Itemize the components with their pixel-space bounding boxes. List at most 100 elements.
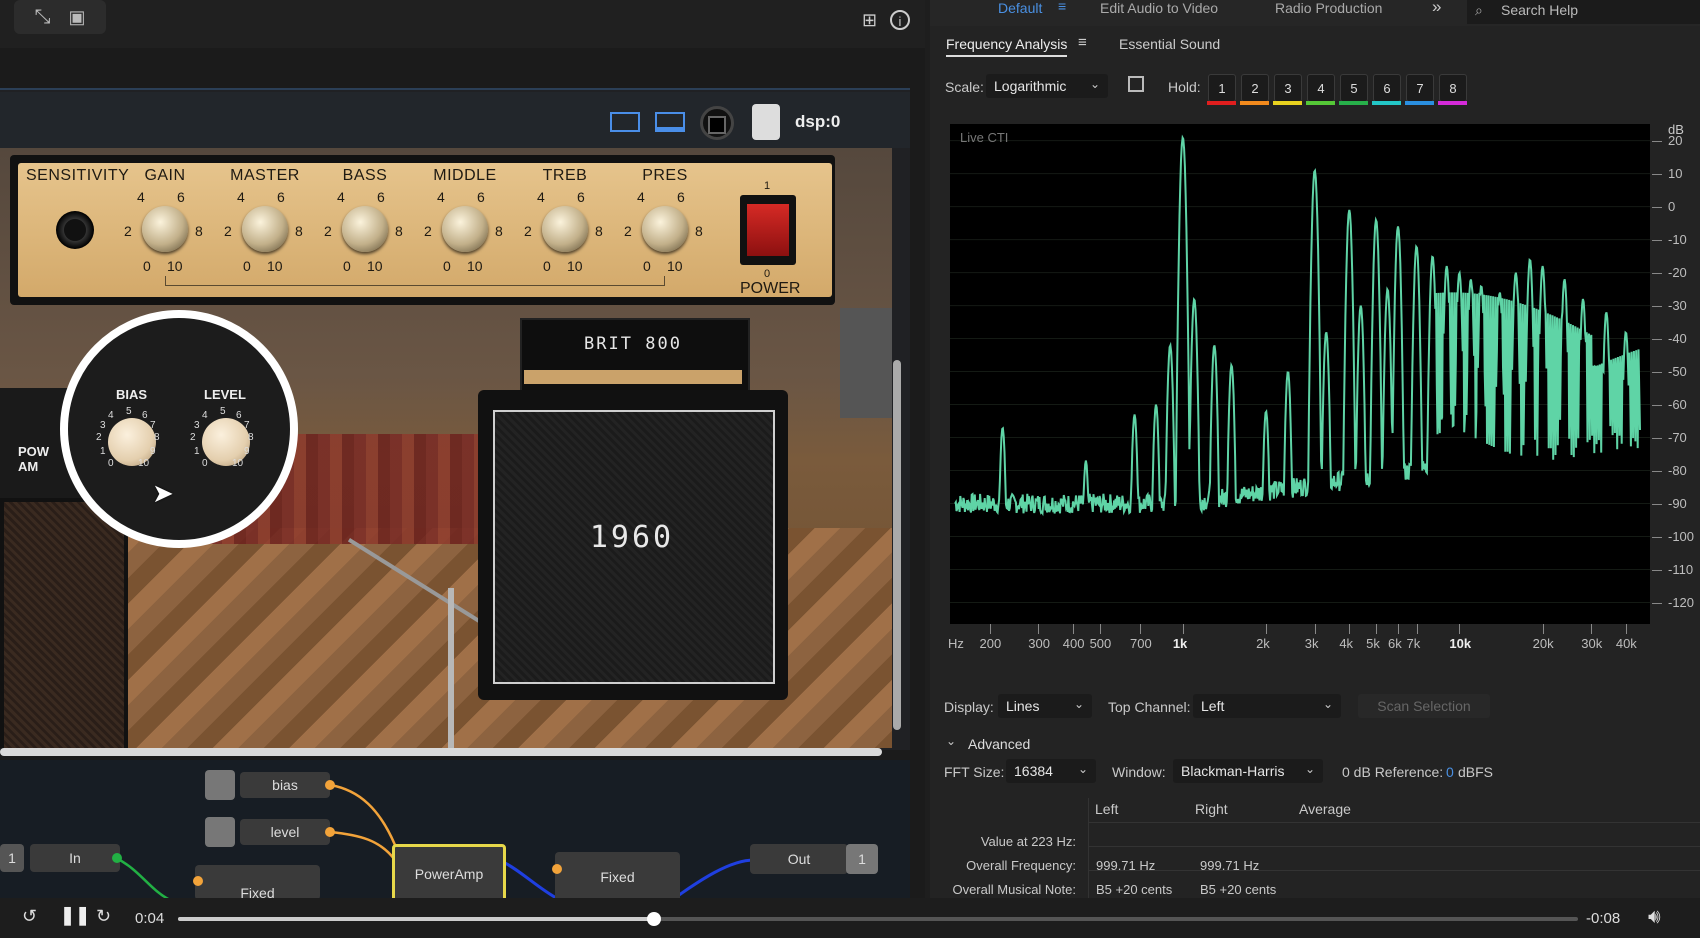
bias-node[interactable]: bias [240,772,330,798]
live-cti-label: Live CTI [960,130,1009,145]
pres-knob[interactable] [642,206,688,252]
hold-color-2 [1240,101,1269,105]
wall-rack [840,308,892,418]
power-switch-rocker[interactable] [747,204,789,256]
treb-knob[interactable] [542,206,588,252]
fixed2-input-pin[interactable] [552,864,562,874]
hold-button-3[interactable]: 3 [1274,74,1302,102]
fixed-node-1[interactable]: Fixed [195,865,320,901]
workspace-radio[interactable]: Radio Production [1275,0,1382,16]
more-workspaces-icon[interactable]: » [1432,0,1441,17]
level-node[interactable]: level [240,819,330,845]
col-right-header: Right [1195,801,1228,817]
bias-scale-number: 2 [96,432,102,443]
power-amp-node[interactable]: PowerAmp [392,844,506,904]
advanced-label[interactable]: Advanced [968,736,1030,752]
fft-size-dropdown[interactable]: 16384 ⌄ [1006,759,1096,783]
bias-scale-number: 0 [108,458,114,469]
seek-bar[interactable] [178,912,1578,926]
col-left-header: Left [1095,801,1119,817]
hold-button-8[interactable]: 8 [1439,74,1467,102]
hold-color-4 [1306,101,1335,105]
search-help-field[interactable]: ⌕ Search Help [1467,0,1700,24]
level-output-pin[interactable] [325,827,335,837]
knob-scale-number: 2 [224,223,232,239]
panel-menu-icon[interactable]: ≡ [1078,34,1087,51]
knob-scale-number: 0 [143,258,151,274]
knob-scale-number: 2 [324,223,332,239]
hold-button-7[interactable]: 7 [1406,74,1434,102]
x-tick-label: 30k [1581,636,1603,651]
db-reference-value[interactable]: 0 [1446,764,1454,780]
rewind-15-icon[interactable]: ↺ [22,906,37,927]
workspace-edit-audio[interactable]: Edit Audio to Video [1100,0,1218,16]
amp-head-icon[interactable] [752,104,780,140]
chevron-down-icon[interactable]: ⌄ [946,734,956,748]
vertical-scrollbar[interactable] [893,360,901,730]
x-tick-mark [1038,624,1040,634]
knob-group-bracket [165,276,665,286]
workspace-bar: Default ≡ Edit Audio to Video Radio Prod… [930,0,1700,26]
master-knob[interactable] [242,206,288,252]
hold-button-1[interactable]: 1 [1208,74,1236,102]
workspace-default[interactable]: Default [998,0,1042,16]
horizontal-scrollbar[interactable] [0,748,882,756]
layout-icon[interactable]: ⊞ [862,10,877,31]
hold-button-4[interactable]: 4 [1307,74,1335,102]
fixed1-input-pin[interactable] [193,876,203,886]
x-tick-label: 20k [1532,636,1554,651]
bass-knob[interactable] [342,206,388,252]
fixed-node-2[interactable]: Fixed [555,852,680,902]
window-dropdown[interactable]: Blackman-Harris ⌄ [1173,759,1323,783]
bias-output-pin[interactable] [325,780,335,790]
middle-knob[interactable] [442,206,488,252]
left-top-bar: ⤡ ▣ ⊞ i [0,0,925,48]
info-icon[interactable]: i [890,10,910,30]
knob-scale-number: 8 [495,223,503,239]
hold-button-5[interactable]: 5 [1340,74,1368,102]
x-tick-label: 700 [1130,636,1152,651]
workspace-menu-icon[interactable]: ≡ [1058,0,1066,14]
x-tick-mark [989,624,991,634]
in-output-pin[interactable] [112,853,122,863]
knob-scale-number: 10 [567,258,583,274]
tab-essential-sound[interactable]: Essential Sound [1119,36,1220,52]
forward-15-icon[interactable]: ↻ [96,906,111,927]
scan-selection-button[interactable]: Scan Selection [1358,694,1490,718]
freeze-graph-icon[interactable] [1128,76,1144,92]
spectrum-display [950,124,1650,624]
hold-button-6[interactable]: 6 [1373,74,1401,102]
bias-node-handle[interactable] [205,770,235,800]
layout-split-left-icon[interactable] [610,112,640,132]
y-tick-label: -10 [1668,231,1687,247]
top-channel-dropdown[interactable]: Left ⌄ [1193,694,1341,718]
y-tick-label: 10 [1668,165,1683,181]
scale-dropdown[interactable]: Logarithmic ⌄ [986,74,1108,98]
record-icon[interactable] [700,106,734,140]
out-node[interactable]: Out [750,844,848,874]
level-node-handle[interactable] [205,817,235,847]
tab-frequency-analysis[interactable]: Frequency Analysis [946,36,1068,57]
seek-bar-played [178,917,654,921]
in-node[interactable]: In [30,844,120,872]
x-tick-label: 4k [1339,636,1354,651]
x-tick-mark [1072,624,1074,634]
knob-scale-number: 8 [395,223,403,239]
input-jack[interactable] [56,211,94,249]
power-label: POWER [740,280,801,297]
gain-knob[interactable] [142,206,188,252]
hold-button-2[interactable]: 2 [1241,74,1269,102]
display-dropdown[interactable]: Lines ⌄ [998,694,1092,718]
y-tick-mark [1652,305,1662,307]
seek-thumb[interactable] [647,912,661,926]
spectrum-chart [950,134,1650,604]
chevron-down-icon: ⌄ [1077,762,1088,776]
bias-scale-number: 6 [142,410,148,421]
expand-icon[interactable]: ⤡ [34,6,50,29]
pause-icon[interactable]: ❚❚ [60,905,90,926]
layout-split-bottom-icon[interactable] [655,112,685,132]
y-tick-label: -100 [1668,528,1695,544]
picture-in-picture-icon[interactable]: ▣ [68,7,85,28]
bias-scale-number: 5 [126,406,132,417]
volume-icon[interactable]: 🔊︎ [1648,906,1661,929]
